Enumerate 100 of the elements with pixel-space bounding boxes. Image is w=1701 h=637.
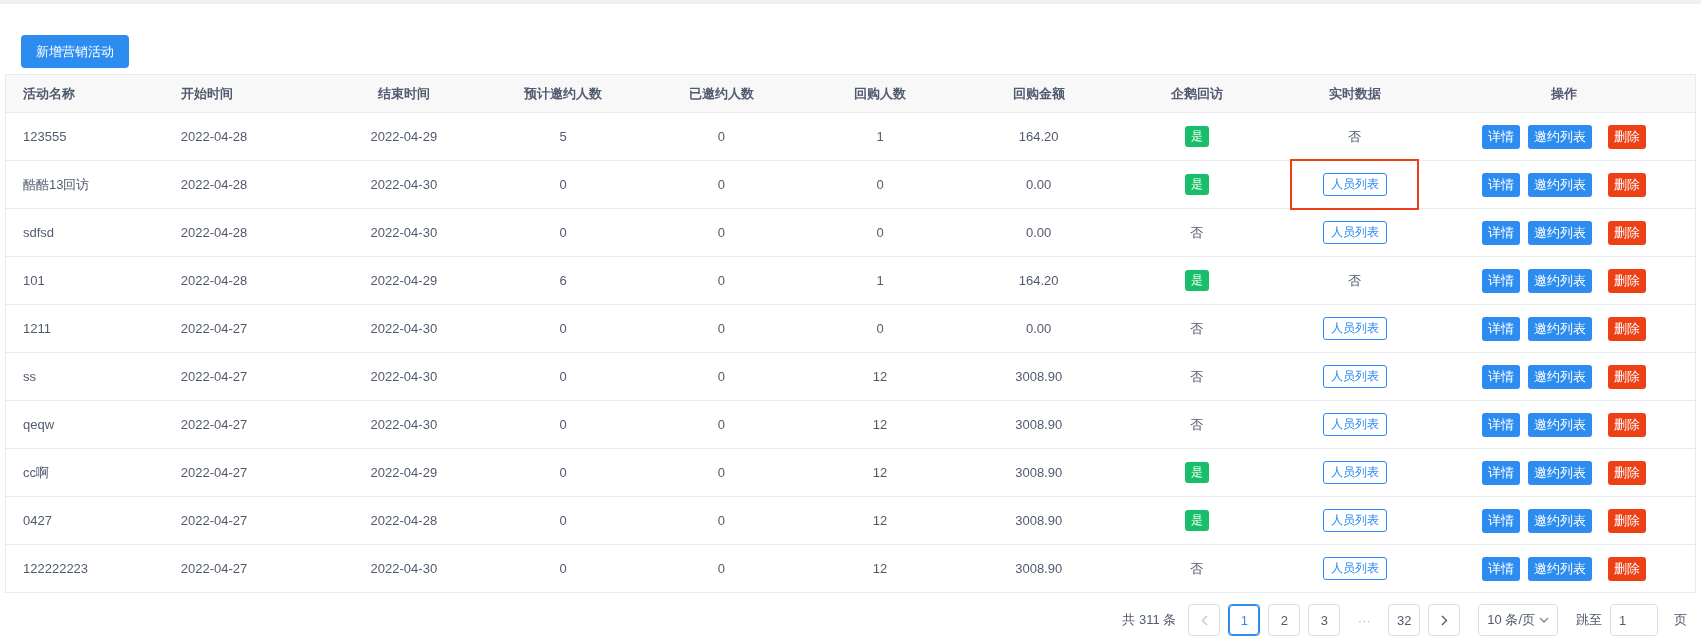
table-cell: 0 bbox=[717, 177, 725, 192]
table-cell: sdfsd bbox=[23, 225, 55, 240]
column-header: 实时数据 bbox=[1328, 84, 1381, 103]
page-jump-field[interactable]: 1 bbox=[1610, 604, 1658, 636]
table-cell: 0 bbox=[559, 513, 567, 528]
table-cell: 0 bbox=[559, 177, 567, 192]
table-cell: 0 bbox=[717, 561, 725, 576]
action-button[interactable]: 详情 bbox=[1482, 124, 1521, 149]
delete-button[interactable]: 删除 bbox=[1608, 268, 1647, 293]
member-list-button[interactable]: 人员列表 bbox=[1322, 365, 1387, 388]
member-list-button[interactable]: 人员列表 bbox=[1322, 461, 1387, 484]
table-cell: 否 bbox=[1190, 223, 1204, 242]
table-cell: 0.00 bbox=[1026, 225, 1052, 240]
table-cell: 2022-04-28 bbox=[180, 225, 248, 240]
table-cell: 2022-04-30 bbox=[370, 561, 438, 576]
action-button[interactable]: 邀约列表 bbox=[1528, 220, 1593, 245]
page-button[interactable]: 2 bbox=[1268, 604, 1301, 636]
action-button[interactable]: 详情 bbox=[1482, 508, 1521, 533]
column-header: 已邀约人数 bbox=[688, 84, 754, 103]
action-button[interactable]: 邀约列表 bbox=[1528, 172, 1593, 197]
table-cell: 0 bbox=[559, 225, 567, 240]
table-cell: 否 bbox=[1190, 367, 1204, 386]
delete-button[interactable]: 删除 bbox=[1608, 364, 1647, 389]
action-button[interactable]: 邀约列表 bbox=[1528, 316, 1593, 341]
table-cell: 0.00 bbox=[1026, 177, 1052, 192]
column-header: 回购人数 bbox=[854, 84, 906, 103]
action-button[interactable]: 详情 bbox=[1482, 268, 1521, 293]
table-cell: 0 bbox=[559, 417, 567, 432]
table-cell: 2022-04-28 bbox=[180, 177, 248, 192]
table-cell: ss bbox=[23, 369, 36, 384]
table-cell: 12 bbox=[872, 465, 888, 480]
action-button[interactable]: 详情 bbox=[1482, 220, 1521, 245]
member-list-button[interactable]: 人员列表 bbox=[1322, 173, 1387, 196]
delete-button[interactable]: 删除 bbox=[1608, 508, 1647, 533]
table-cell: 2022-04-27 bbox=[180, 465, 248, 480]
action-button[interactable]: 邀约列表 bbox=[1528, 412, 1593, 437]
action-button[interactable]: 邀约列表 bbox=[1528, 268, 1593, 293]
delete-button[interactable]: 删除 bbox=[1608, 460, 1647, 485]
table-cell: 0 bbox=[717, 465, 725, 480]
table-cell: 否 bbox=[1348, 271, 1362, 290]
action-button[interactable]: 邀约列表 bbox=[1528, 508, 1593, 533]
table-cell: 2022-04-27 bbox=[180, 369, 248, 384]
member-list-button[interactable]: 人员列表 bbox=[1322, 509, 1387, 532]
action-button[interactable]: 详情 bbox=[1482, 172, 1521, 197]
column-header: 活动名称 bbox=[23, 84, 75, 103]
page-button[interactable]: 32 bbox=[1388, 604, 1421, 636]
action-button[interactable]: 邀约列表 bbox=[1528, 556, 1593, 581]
member-list-button[interactable]: 人员列表 bbox=[1322, 221, 1387, 244]
action-button[interactable]: 详情 bbox=[1482, 316, 1521, 341]
table-cell: 2022-04-28 bbox=[180, 129, 248, 144]
table-cell: 0 bbox=[717, 129, 725, 144]
delete-button[interactable]: 删除 bbox=[1608, 172, 1647, 197]
status-tag: 是 bbox=[1184, 126, 1209, 147]
table-cell: 1211 bbox=[23, 321, 51, 336]
table-cell: 2022-04-27 bbox=[180, 561, 248, 576]
table-cell: 2022-04-30 bbox=[370, 225, 438, 240]
action-button[interactable]: 邀约列表 bbox=[1528, 460, 1593, 485]
table-cell: 1 bbox=[876, 129, 884, 144]
delete-button[interactable]: 删除 bbox=[1608, 316, 1647, 341]
table-cell: 12 bbox=[872, 417, 888, 432]
action-button[interactable]: 详情 bbox=[1482, 412, 1521, 437]
page-button[interactable]: 3 bbox=[1308, 604, 1341, 636]
table-cell: 3008.90 bbox=[1015, 465, 1063, 480]
chevron-left-icon bbox=[1200, 614, 1208, 626]
add-campaign-button[interactable]: 新增营销活动 bbox=[21, 35, 129, 68]
table-cell: 2022-04-27 bbox=[180, 417, 248, 432]
action-button[interactable]: 邀约列表 bbox=[1528, 124, 1593, 149]
table-cell: 0427 bbox=[23, 513, 52, 528]
delete-button[interactable]: 删除 bbox=[1608, 556, 1647, 581]
table-cell: 0 bbox=[717, 225, 725, 240]
table-cell: 5 bbox=[559, 129, 567, 144]
action-button[interactable]: 详情 bbox=[1482, 556, 1521, 581]
action-button[interactable]: 详情 bbox=[1482, 364, 1521, 389]
column-header: 开始时间 bbox=[180, 84, 233, 103]
member-list-button[interactable]: 人员列表 bbox=[1322, 557, 1387, 580]
table-cell: 2022-04-29 bbox=[370, 273, 438, 288]
action-button[interactable]: 邀约列表 bbox=[1528, 364, 1593, 389]
previous-page-button[interactable] bbox=[1188, 604, 1221, 636]
page-button[interactable]: 1 bbox=[1228, 604, 1261, 636]
table-cell: 2022-04-30 bbox=[370, 417, 438, 432]
action-button[interactable]: 详情 bbox=[1482, 460, 1521, 485]
column-header: 结束时间 bbox=[377, 84, 430, 103]
next-page-button[interactable] bbox=[1428, 604, 1461, 636]
table-cell: 3008.90 bbox=[1015, 417, 1063, 432]
delete-button[interactable]: 删除 bbox=[1608, 412, 1647, 437]
column-header: 操作 bbox=[1551, 84, 1578, 103]
delete-button[interactable]: 删除 bbox=[1608, 124, 1647, 149]
table-cell: 164.20 bbox=[1018, 273, 1059, 288]
delete-button[interactable]: 删除 bbox=[1608, 220, 1647, 245]
table-cell: 否 bbox=[1348, 127, 1362, 146]
table-cell: 0 bbox=[717, 417, 725, 432]
table-cell: 2022-04-28 bbox=[370, 513, 438, 528]
table-cell: 123555 bbox=[23, 129, 67, 144]
member-list-button[interactable]: 人员列表 bbox=[1322, 413, 1387, 436]
table-cell: 0.00 bbox=[1026, 321, 1052, 336]
table-cell: 0 bbox=[717, 369, 725, 384]
table-cell: 0 bbox=[559, 369, 567, 384]
jump-label: 跳至 bbox=[1576, 611, 1602, 629]
member-list-button[interactable]: 人员列表 bbox=[1322, 317, 1387, 340]
page-size-select[interactable]: 10 条/页 bbox=[1478, 604, 1558, 636]
